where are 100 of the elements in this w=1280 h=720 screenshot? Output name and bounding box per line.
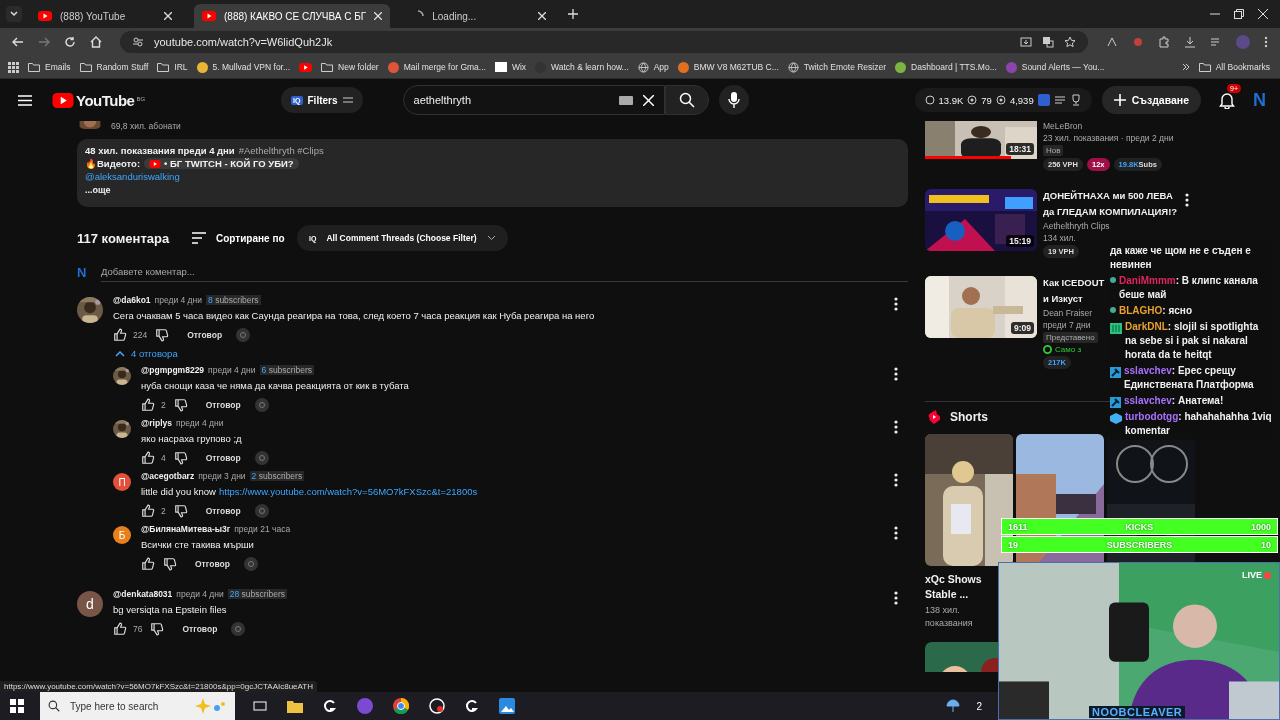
like-icon[interactable] [141, 504, 155, 518]
video-title[interactable]: да ГЛЕДАМ КОМПИЛАЦИЯ!? [1043, 205, 1178, 219]
close-icon[interactable] [374, 12, 383, 20]
like-icon[interactable] [141, 398, 155, 412]
comment-author[interactable]: @acegotbarz [141, 471, 195, 481]
dislike-icon[interactable] [150, 622, 165, 636]
close-icon[interactable] [1258, 9, 1268, 19]
close-icon[interactable] [538, 12, 547, 20]
weather-icon[interactable] [946, 699, 961, 713]
more-link[interactable]: ...още [85, 185, 111, 195]
reply-button[interactable]: Отговор [182, 624, 218, 634]
reply-button[interactable]: Отговор [195, 559, 230, 569]
translate-icon[interactable] [1042, 36, 1054, 48]
close-icon[interactable] [164, 12, 172, 20]
video-chip[interactable]: • БГ TWITCH - КОЙ ГО УБИ? [144, 158, 299, 169]
forward-icon[interactable] [38, 36, 50, 48]
more-icon[interactable] [894, 526, 898, 540]
like-icon[interactable] [141, 451, 155, 465]
hashtags[interactable]: #Aethelthryth #Clips [238, 145, 324, 156]
menu-icon[interactable] [1264, 36, 1268, 48]
tab-search-icon[interactable] [6, 6, 22, 22]
browser-tab[interactable]: (888) КАКВО СЕ СЛУЧВА С БГ [194, 4, 391, 28]
bookmark[interactable]: Wix [494, 62, 527, 72]
mention-link[interactable]: @aleksanduriswalking [85, 171, 180, 182]
puzzle-icon[interactable] [1158, 36, 1170, 48]
bookmark[interactable]: 5. Mullvad VPN for... [196, 61, 291, 73]
channel-name[interactable]: Dean Fraiser [1043, 308, 1093, 318]
search-button[interactable] [664, 85, 709, 115]
comment-author[interactable]: @denkata8031 [113, 589, 173, 599]
download-icon[interactable] [1184, 36, 1196, 48]
app-icon[interactable] [463, 699, 481, 713]
bookmark[interactable]: Watch & learn how... [535, 61, 629, 73]
browser-tab[interactable]: (888) YouTube [30, 4, 180, 28]
more-icon[interactable] [894, 420, 898, 434]
channel-name[interactable]: Aethelthryth Clips [1043, 221, 1110, 231]
voice-search-button[interactable] [718, 85, 749, 115]
dislike-icon[interactable] [173, 398, 188, 412]
iq-icon[interactable] [254, 398, 269, 412]
apps-icon[interactable] [8, 61, 19, 73]
extension-icon[interactable] [1106, 36, 1118, 48]
dislike-icon[interactable] [163, 557, 177, 571]
bookmark[interactable]: Dashboard | TTS.Mo... [895, 61, 997, 73]
home-icon[interactable] [90, 36, 102, 48]
dislike-icon[interactable] [173, 451, 188, 465]
star-icon[interactable] [1064, 36, 1076, 48]
bookmark[interactable]: Random Stuff [79, 62, 149, 72]
reload-icon[interactable] [64, 36, 76, 48]
list-icon[interactable] [1053, 94, 1066, 106]
media-icon[interactable] [1210, 36, 1222, 48]
iq-icon[interactable] [254, 451, 269, 465]
browser-icon[interactable] [391, 698, 411, 714]
comment-author[interactable]: @БилянаМитева-ы3г [141, 524, 231, 534]
site-info-icon[interactable] [132, 36, 144, 48]
bookmark[interactable]: Twitch Emote Resizer [787, 61, 887, 73]
comment-link[interactable]: https://www.youtube.com/watch?v=56MO7kFXSzc&t=21800s [219, 486, 478, 497]
browser-tab[interactable]: Loading... [404, 4, 555, 28]
youtube-icon[interactable] [52, 92, 74, 108]
dislike-icon[interactable] [173, 504, 188, 518]
reply-button[interactable]: Отговор [205, 400, 241, 410]
taskbar-search-input[interactable]: Type here to search [68, 699, 185, 713]
like-icon[interactable] [113, 622, 127, 636]
bell-icon[interactable] [1219, 91, 1235, 109]
iq-icon[interactable] [243, 557, 258, 571]
restore-icon[interactable] [1234, 9, 1244, 19]
bookmark[interactable] [299, 62, 313, 72]
sort-button[interactable]: Сортиране по [192, 232, 297, 244]
bookmark[interactable]: Emails [28, 62, 71, 72]
more-icon[interactable] [894, 591, 898, 605]
start-icon[interactable] [10, 699, 24, 713]
iq-icon[interactable] [254, 504, 269, 518]
youtube-wordmark[interactable]: YouTube [76, 91, 135, 109]
replies-toggle[interactable]: 4 отговора [115, 348, 178, 359]
short-title[interactable]: xQc Shows Stable ... [925, 572, 991, 602]
new-tab-icon[interactable] [568, 9, 579, 19]
like-icon[interactable] [141, 557, 155, 571]
keyboard-icon[interactable] [618, 95, 633, 105]
task-view-icon[interactable] [251, 699, 269, 713]
account-avatar[interactable]: N [1253, 89, 1266, 111]
description-box[interactable]: 48 хил. показвания преди 4 дни #Aethelthryth #Clips 🔥Видеото: • БГ TWITCH - КОЙ ГО УБИ? @aleksanduriswalking ...още [77, 139, 908, 207]
comment-author[interactable]: @riplys [141, 418, 172, 428]
reply-button[interactable]: Отговор [205, 453, 241, 463]
taskbar-search-field[interactable]: Type here to search [40, 692, 235, 720]
app-icon[interactable] [321, 699, 339, 713]
menu-icon[interactable] [18, 94, 32, 106]
bookmark[interactable]: BMW V8 M62TUB C... [677, 61, 779, 73]
bookmark[interactable]: New folder [321, 62, 379, 72]
bookmark[interactable]: Sound Alerts — You... [1005, 61, 1105, 73]
more-icon[interactable] [894, 297, 898, 311]
like-icon[interactable] [113, 328, 127, 342]
folder-icon[interactable] [285, 699, 305, 713]
video-title[interactable]: Как ICEDOUT [1043, 276, 1105, 290]
video-title[interactable]: ДОНЕЙТНАХА ми 500 ЛЕВА [1043, 189, 1173, 203]
app-icon[interactable] [427, 698, 447, 714]
more-icon[interactable] [1185, 193, 1189, 207]
iq-icon[interactable] [1037, 94, 1050, 106]
more-icon[interactable] [894, 473, 898, 487]
comment-author[interactable]: @pgmpgm8229 [141, 365, 205, 375]
more-bookmarks-icon[interactable] [1181, 63, 1190, 71]
channel-name[interactable]: MeLeBron [1043, 121, 1083, 131]
comment-author[interactable]: @da6ko1 [113, 295, 151, 305]
